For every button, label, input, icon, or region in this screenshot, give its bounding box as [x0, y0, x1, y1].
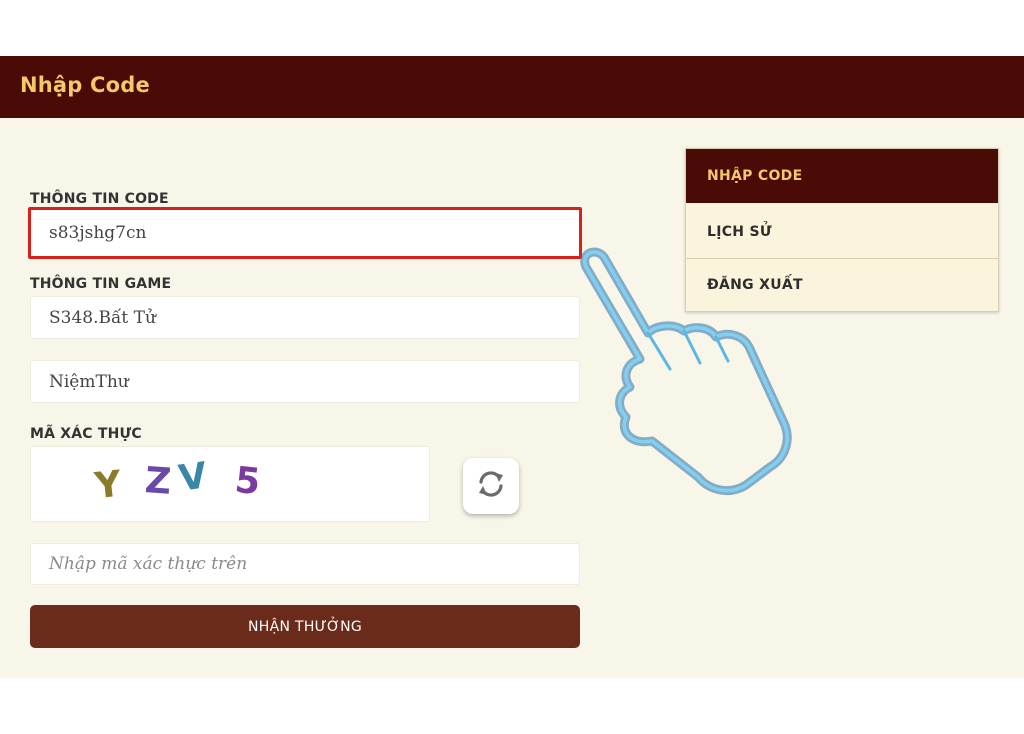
- game-info-label: THÔNG TIN GAME: [30, 276, 172, 292]
- code-input-value: s83jshg7cn: [49, 223, 147, 243]
- page-header: Nhập Code: [0, 56, 1024, 118]
- captcha-char-1: Y: [92, 463, 124, 508]
- captcha-label: MÃ XÁC THỰC: [30, 426, 142, 442]
- claim-reward-button[interactable]: NHẬN THƯỞNG: [30, 605, 580, 648]
- captcha-char-3: V: [176, 455, 210, 500]
- menu-item-label: NHẬP CODE: [707, 168, 803, 184]
- captcha-input[interactable]: Nhập mã xác thực trên: [30, 543, 580, 585]
- captcha-image: Y Z V 5: [30, 446, 430, 522]
- server-input[interactable]: S348.Bất Tử: [30, 296, 580, 339]
- menu-item-enter-code[interactable]: NHẬP CODE: [686, 149, 998, 203]
- code-input[interactable]: s83jshg7cn: [28, 207, 582, 259]
- captcha-input-placeholder: Nhập mã xác thực trên: [49, 554, 248, 574]
- server-input-value: S348.Bất Tử: [49, 307, 156, 328]
- character-input[interactable]: NiệmThư: [30, 360, 580, 403]
- character-input-value: NiệmThư: [49, 371, 129, 392]
- pointing-hand-icon: [570, 245, 810, 500]
- claim-reward-label: NHẬN THƯỞNG: [248, 618, 362, 635]
- captcha-char-2: Z: [143, 460, 173, 503]
- code-info-label: THÔNG TIN CODE: [30, 191, 169, 207]
- captcha-char-4: 5: [232, 459, 263, 504]
- menu-item-label: LỊCH SỬ: [707, 223, 772, 240]
- refresh-icon: [474, 467, 508, 505]
- page-title: Nhập Code: [20, 73, 150, 97]
- refresh-captcha-button[interactable]: [463, 458, 519, 514]
